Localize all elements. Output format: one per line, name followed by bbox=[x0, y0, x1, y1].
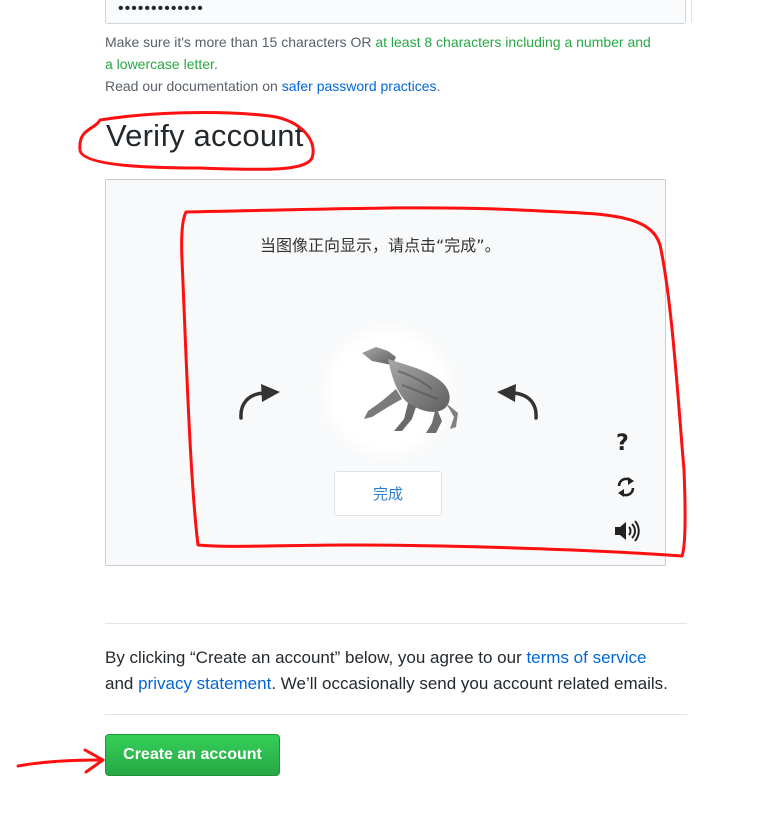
create-account-button[interactable]: Create an account bbox=[105, 734, 280, 776]
rotate-right-icon[interactable] bbox=[493, 380, 543, 427]
hint-green-text-2: a lowercase letter bbox=[105, 56, 214, 72]
verify-account-heading: Verify account bbox=[106, 118, 304, 153]
annotation-arrow bbox=[16, 758, 102, 768]
captcha-prompt: 当图像正向显示，请点击“完成”。 bbox=[260, 236, 501, 255]
privacy-statement-link[interactable]: privacy statement bbox=[138, 674, 271, 693]
password-hint-line1: Make sure it's more than 15 characters O… bbox=[105, 31, 651, 53]
password-hint-line2: a lowercase letter. bbox=[105, 53, 218, 75]
legal-text-3: . We’ll occasionally send you account re… bbox=[271, 674, 668, 693]
password-masked-value: ••••••••••••• bbox=[118, 0, 204, 17]
docs-suffix: . bbox=[436, 78, 441, 94]
help-icon[interactable]: ? bbox=[616, 431, 629, 456]
divider-top bbox=[105, 623, 687, 624]
divider bbox=[691, 0, 692, 22]
hint-text: Make sure it's more than 15 characters O… bbox=[105, 34, 376, 50]
password-docs-line: Read our documentation on safer password… bbox=[105, 75, 440, 97]
annotation-arrow-head bbox=[83, 748, 105, 774]
captcha-rotated-image bbox=[358, 345, 458, 442]
refresh-icon[interactable] bbox=[615, 476, 637, 503]
safer-password-link[interactable]: safer password practices bbox=[282, 78, 437, 94]
rotate-left-icon[interactable] bbox=[234, 380, 284, 427]
legal-text-1: By clicking “Create an account” below, y… bbox=[105, 648, 527, 667]
hint-green-text: at least 8 characters including a number… bbox=[375, 34, 651, 50]
terms-of-service-link[interactable]: terms of service bbox=[526, 648, 646, 667]
audio-icon[interactable] bbox=[613, 520, 641, 547]
password-input[interactable]: ••••••••••••• bbox=[105, 0, 686, 24]
divider-bottom bbox=[105, 714, 687, 715]
legal-agreement-text: By clicking “Create an account” below, y… bbox=[105, 645, 705, 697]
hint-suffix: . bbox=[213, 56, 218, 72]
docs-text: Read our documentation on bbox=[105, 78, 282, 94]
legal-text-2: and bbox=[105, 674, 139, 693]
captcha-done-button[interactable]: 完成 bbox=[334, 471, 442, 516]
